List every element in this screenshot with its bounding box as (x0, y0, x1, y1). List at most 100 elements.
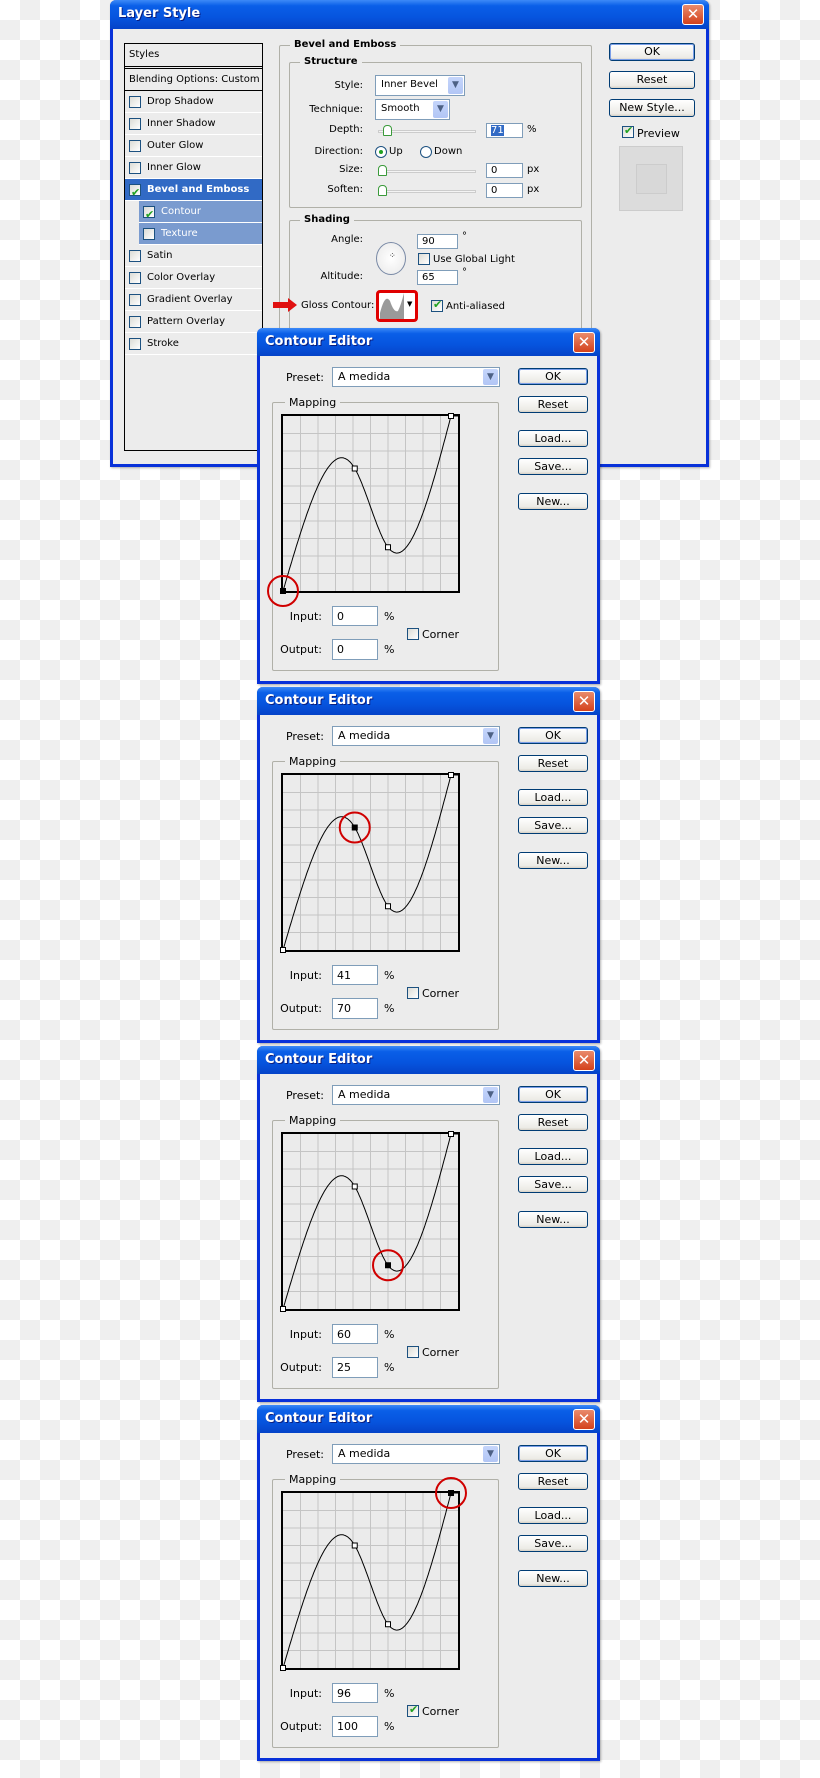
curve-point[interactable] (280, 947, 286, 953)
style-item-gradient-overlay[interactable]: Gradient Overlay (125, 289, 262, 311)
curve-point[interactable] (351, 824, 358, 831)
style-checkbox[interactable] (129, 182, 141, 203)
altitude-input[interactable]: 65 (417, 270, 458, 285)
corner-label[interactable]: Corner (422, 1705, 459, 1718)
curve-point[interactable] (385, 1621, 391, 1628)
corner-label[interactable]: Corner (422, 628, 459, 641)
blending-options[interactable]: Blending Options: Custom (125, 69, 262, 91)
style-item-inner-shadow[interactable]: Inner Shadow (125, 113, 262, 135)
direction-up-radio[interactable] (375, 146, 387, 158)
contour-graph[interactable] (280, 1477, 467, 1671)
curve-point[interactable] (280, 1665, 286, 1671)
output-field[interactable]: 25 (332, 1357, 378, 1378)
input-field[interactable]: 96 (332, 1683, 378, 1703)
preview-checkbox[interactable] (622, 124, 634, 138)
soften-input[interactable]: 0 (486, 183, 523, 198)
title-bar[interactable]: Contour Editor ✕ (257, 328, 600, 356)
ok-button[interactable]: OK (518, 1445, 588, 1462)
style-checkbox[interactable] (129, 294, 141, 306)
reset-button[interactable]: Reset (609, 71, 695, 89)
ok-button[interactable]: OK (518, 727, 588, 744)
style-item-drop-shadow[interactable]: Drop Shadow (125, 91, 262, 113)
style-checkbox[interactable] (129, 162, 141, 174)
style-checkbox[interactable] (129, 96, 141, 108)
load-button[interactable]: Load... (518, 789, 588, 806)
style-item-texture[interactable]: Texture (139, 223, 262, 245)
new-button[interactable]: New... (518, 1570, 588, 1587)
new-button[interactable]: New... (518, 493, 588, 510)
curve-point[interactable] (351, 465, 358, 472)
anti-aliased-label[interactable]: Anti-aliased (446, 301, 505, 312)
style-item-contour[interactable]: Contour (139, 201, 262, 225)
output-field[interactable]: 100 (332, 1716, 378, 1737)
save-button[interactable]: Save... (518, 458, 588, 475)
depth-input[interactable]: 71 (486, 123, 523, 138)
preset-select[interactable]: A medida ▼ (332, 1085, 500, 1105)
ok-button[interactable]: OK (518, 368, 588, 385)
style-item-color-overlay[interactable]: Color Overlay (125, 267, 262, 289)
title-bar[interactable]: Layer Style ✕ (110, 0, 709, 29)
global-light-label[interactable]: Use Global Light (433, 254, 515, 265)
curve-point[interactable] (385, 1262, 391, 1269)
angle-input[interactable]: 90 (417, 234, 458, 249)
style-item-bevel-and-emboss[interactable]: Bevel and Emboss (125, 179, 262, 203)
style-checkbox[interactable] (129, 272, 141, 284)
title-bar[interactable]: Contour Editor ✕ (257, 1046, 600, 1074)
size-input[interactable]: 0 (486, 163, 523, 178)
style-checkbox[interactable] (129, 118, 141, 130)
close-button[interactable]: ✕ (682, 4, 704, 25)
load-button[interactable]: Load... (518, 1507, 588, 1524)
preset-select[interactable]: A medida ▼ (332, 1444, 500, 1464)
reset-button[interactable]: Reset (518, 755, 588, 772)
new-style-button[interactable]: New Style... (609, 99, 695, 117)
style-select[interactable]: Inner Bevel ▼ (375, 75, 465, 96)
contour-graph[interactable] (267, 413, 460, 607)
direction-down-radio[interactable] (420, 146, 432, 158)
styles-header[interactable]: Styles (125, 44, 262, 69)
size-slider-thumb[interactable] (378, 165, 387, 176)
preview-label[interactable]: Preview (637, 127, 680, 140)
style-item-stroke[interactable]: Stroke (125, 333, 262, 355)
style-checkbox[interactable] (129, 316, 141, 328)
style-checkbox[interactable] (143, 204, 155, 225)
new-button[interactable]: New... (518, 852, 588, 869)
corner-label[interactable]: Corner (422, 987, 459, 1000)
curve-point[interactable] (280, 1306, 286, 1312)
save-button[interactable]: Save... (518, 817, 588, 834)
reset-button[interactable]: Reset (518, 396, 588, 413)
gloss-contour-picker[interactable]: ▼ (376, 290, 418, 322)
corner-checkbox[interactable] (407, 628, 419, 640)
output-field[interactable]: 0 (332, 639, 378, 660)
title-bar[interactable]: Contour Editor ✕ (257, 687, 600, 715)
contour-graph[interactable] (280, 1131, 460, 1312)
curve-point[interactable] (280, 588, 286, 594)
corner-label[interactable]: Corner (422, 1346, 459, 1359)
angle-dial[interactable]: ⁘ (376, 242, 406, 275)
contour-graph[interactable] (280, 772, 460, 953)
curve-point[interactable] (385, 903, 391, 910)
global-light-checkbox[interactable] (418, 253, 430, 265)
style-item-satin[interactable]: Satin (125, 245, 262, 267)
close-button[interactable]: ✕ (573, 1409, 595, 1430)
load-button[interactable]: Load... (518, 1148, 588, 1165)
style-checkbox[interactable] (129, 140, 141, 152)
save-button[interactable]: Save... (518, 1176, 588, 1193)
size-slider[interactable] (378, 170, 476, 173)
style-checkbox[interactable] (143, 228, 155, 240)
anti-aliased-checkbox[interactable] (431, 298, 443, 312)
new-button[interactable]: New... (518, 1211, 588, 1228)
save-button[interactable]: Save... (518, 1535, 588, 1552)
reset-button[interactable]: Reset (518, 1114, 588, 1131)
title-bar[interactable]: Contour Editor ✕ (257, 1405, 600, 1433)
corner-checkbox[interactable] (407, 1346, 419, 1358)
depth-slider[interactable] (378, 130, 476, 133)
technique-select[interactable]: Smooth ▼ (375, 99, 450, 120)
curve-point[interactable] (448, 772, 454, 778)
ok-button[interactable]: OK (518, 1086, 588, 1103)
style-checkbox[interactable] (129, 338, 141, 350)
curve-point[interactable] (448, 413, 454, 419)
preset-select[interactable]: A medida ▼ (332, 367, 500, 387)
curve-point[interactable] (448, 1490, 454, 1496)
direction-down-label[interactable]: Down (434, 146, 462, 157)
curve-point[interactable] (351, 1542, 358, 1549)
